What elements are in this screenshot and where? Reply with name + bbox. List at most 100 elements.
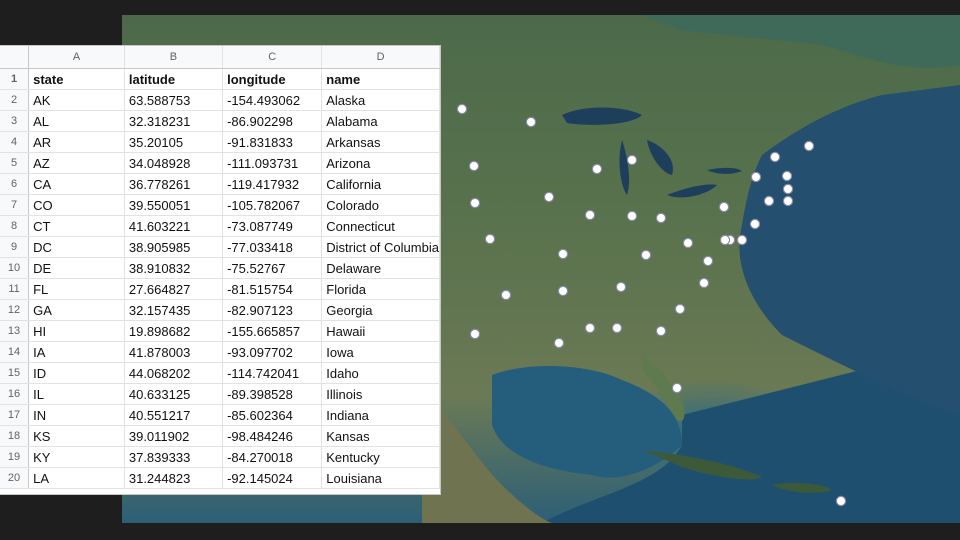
cell-state[interactable]: CO xyxy=(28,194,125,216)
cell-state[interactable]: CA xyxy=(28,173,125,195)
cell-state[interactable]: AZ xyxy=(28,152,125,174)
cell-name[interactable]: Kentucky xyxy=(321,446,440,468)
cell-state[interactable]: AL xyxy=(28,110,125,132)
row-number[interactable]: 9 xyxy=(0,236,30,258)
map-pin-dot-icon[interactable] xyxy=(615,281,627,293)
cell-name[interactable]: Delaware xyxy=(321,257,440,279)
cell-latitude[interactable]: 34.048928 xyxy=(124,152,224,174)
select-all-corner[interactable] xyxy=(0,46,30,69)
cell-longitude[interactable]: -155.665857 xyxy=(222,320,323,342)
map-pin-dot-icon[interactable] xyxy=(500,289,512,301)
map-pin-dot-icon[interactable] xyxy=(584,322,596,334)
cell-latitude[interactable]: 35.20105 xyxy=(124,131,224,153)
row-number[interactable]: 4 xyxy=(0,131,30,153)
cell-name[interactable]: Arkansas xyxy=(321,131,440,153)
cell-state[interactable]: IA xyxy=(28,341,125,363)
row-number[interactable]: 7 xyxy=(0,194,30,216)
row-number[interactable]: 8 xyxy=(0,215,30,237)
row-number[interactable]: 16 xyxy=(0,383,30,405)
cell-state[interactable]: ID xyxy=(28,362,125,384)
cell-name[interactable]: Kansas xyxy=(321,425,440,447)
cell-longitude[interactable]: -105.782067 xyxy=(222,194,323,216)
map-pin-dot-icon[interactable] xyxy=(525,116,537,128)
cell-state[interactable]: CT xyxy=(28,215,125,237)
cell-name[interactable]: Idaho xyxy=(321,362,440,384)
cell-latitude[interactable]: 32.157435 xyxy=(124,299,224,321)
map-pin-dot-icon[interactable] xyxy=(469,328,481,340)
map-pin-dot-icon[interactable] xyxy=(655,325,667,337)
cell-latitude[interactable]: 31.244823 xyxy=(124,467,224,489)
row-number[interactable]: 17 xyxy=(0,404,30,426)
column-header-c[interactable]: C xyxy=(222,46,323,69)
map-pin-dot-icon[interactable] xyxy=(718,201,730,213)
cell-latitude[interactable]: 38.910832 xyxy=(124,257,224,279)
map-pin-dot-icon[interactable] xyxy=(682,237,694,249)
cell-longitude[interactable]: -114.742041 xyxy=(222,362,323,384)
cell-name[interactable]: Illinois xyxy=(321,383,440,405)
map-pin-dot-icon[interactable] xyxy=(611,322,623,334)
row-number[interactable]: 11 xyxy=(0,278,30,300)
map-pin-dot-icon[interactable] xyxy=(557,248,569,260)
cell-state[interactable]: DC xyxy=(28,236,125,258)
row-number[interactable]: 14 xyxy=(0,341,30,363)
cell-state[interactable]: LA xyxy=(28,467,125,489)
map-pin-dot-icon[interactable] xyxy=(803,140,815,152)
cell-name[interactable]: Georgia xyxy=(321,299,440,321)
cell-name[interactable]: California xyxy=(321,173,440,195)
row-number[interactable]: 19 xyxy=(0,446,30,468)
cell-longitude[interactable]: -84.270018 xyxy=(222,446,323,468)
map-pin-dot-icon[interactable] xyxy=(750,171,762,183)
row-number[interactable]: 13 xyxy=(0,320,30,342)
row-number[interactable]: 15 xyxy=(0,362,30,384)
cell-longitude[interactable]: -89.398528 xyxy=(222,383,323,405)
map-pin-dot-icon[interactable] xyxy=(468,160,480,172)
map-pin-dot-icon[interactable] xyxy=(719,234,731,246)
cell-latitude[interactable]: 39.011902 xyxy=(124,425,224,447)
map-pin-dot-icon[interactable] xyxy=(626,154,638,166)
cell-state[interactable]: DE xyxy=(28,257,125,279)
cell-longitude[interactable]: -85.602364 xyxy=(222,404,323,426)
map-pin-dot-icon[interactable] xyxy=(782,195,794,207)
cell-longitude[interactable]: -73.087749 xyxy=(222,215,323,237)
map-pin-dot-icon[interactable] xyxy=(674,303,686,315)
cell-state[interactable]: AR xyxy=(28,131,125,153)
map-pin-dot-icon[interactable] xyxy=(769,151,781,163)
header-cell-latitude[interactable]: latitude xyxy=(124,68,224,90)
map-pin-dot-icon[interactable] xyxy=(702,255,714,267)
cell-state[interactable]: KS xyxy=(28,425,125,447)
header-cell-state[interactable]: state xyxy=(28,68,125,90)
cell-name[interactable]: Indiana xyxy=(321,404,440,426)
row-number[interactable]: 18 xyxy=(0,425,30,447)
cell-latitude[interactable]: 40.551217 xyxy=(124,404,224,426)
cell-state[interactable]: FL xyxy=(28,278,125,300)
cell-longitude[interactable]: -81.515754 xyxy=(222,278,323,300)
cell-longitude[interactable]: -93.097702 xyxy=(222,341,323,363)
cell-longitude[interactable]: -119.417932 xyxy=(222,173,323,195)
cell-name[interactable]: Hawaii xyxy=(321,320,440,342)
header-cell-name[interactable]: name xyxy=(321,68,440,90)
cell-latitude[interactable]: 36.778261 xyxy=(124,173,224,195)
cell-name[interactable]: Florida xyxy=(321,278,440,300)
cell-name[interactable]: Colorado xyxy=(321,194,440,216)
map-pin-dot-icon[interactable] xyxy=(640,249,652,261)
row-number[interactable]: 1 xyxy=(0,68,30,90)
map-pin-dot-icon[interactable] xyxy=(456,103,468,115)
cell-latitude[interactable]: 32.318231 xyxy=(124,110,224,132)
cell-name[interactable]: Louisiana xyxy=(321,467,440,489)
cell-longitude[interactable]: -91.831833 xyxy=(222,131,323,153)
map-pin-dot-icon[interactable] xyxy=(781,170,793,182)
column-header-a[interactable]: A xyxy=(28,46,125,69)
cell-longitude[interactable]: -154.493062 xyxy=(222,89,323,111)
map-pin-dot-icon[interactable] xyxy=(749,218,761,230)
cell-latitude[interactable]: 40.633125 xyxy=(124,383,224,405)
cell-latitude[interactable]: 27.664827 xyxy=(124,278,224,300)
cell-state[interactable]: HI xyxy=(28,320,125,342)
row-number[interactable]: 3 xyxy=(0,110,30,132)
row-number[interactable]: 2 xyxy=(0,89,30,111)
column-header-d[interactable]: D xyxy=(321,46,440,69)
map-pin-dot-icon[interactable] xyxy=(553,337,565,349)
map-pin-dot-icon[interactable] xyxy=(469,197,481,209)
map-pin-dot-icon[interactable] xyxy=(698,277,710,289)
cell-latitude[interactable]: 38.905985 xyxy=(124,236,224,258)
map-pin-dot-icon[interactable] xyxy=(835,495,847,507)
